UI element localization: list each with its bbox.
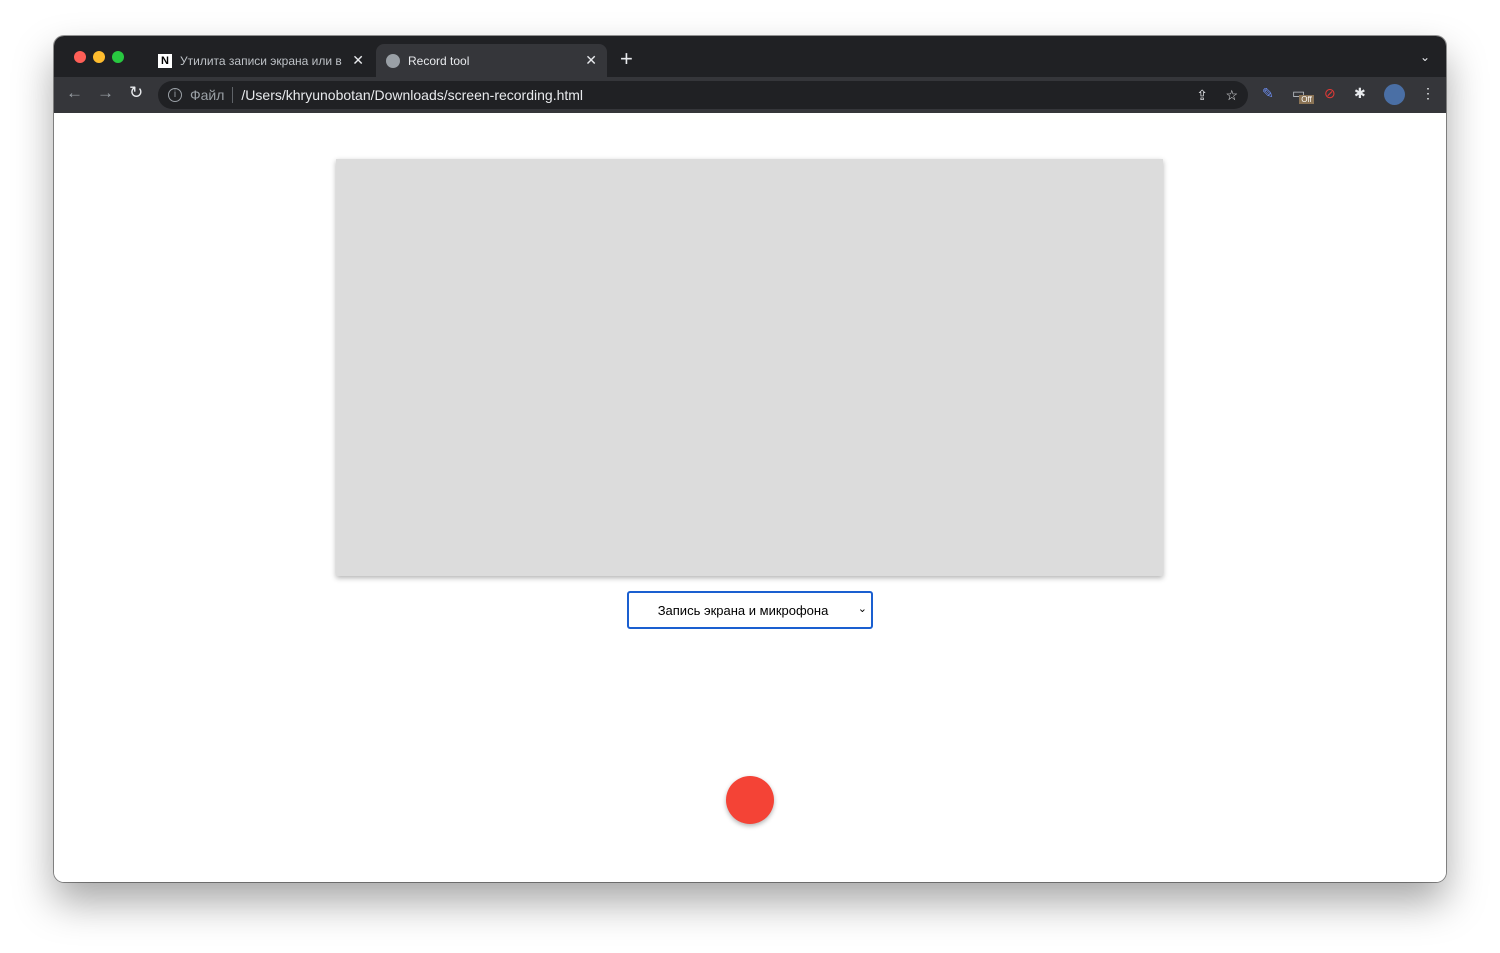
url-text: /Users/khryunobotan/Downloads/screen-rec… — [241, 87, 584, 103]
divider — [232, 87, 234, 103]
browser-window: N Утилита записи экрана или в ✕ Record t… — [54, 36, 1446, 882]
new-tab-button[interactable]: + — [620, 46, 633, 72]
record-button[interactable] — [726, 776, 774, 824]
forward-button[interactable]: → — [97, 83, 114, 103]
menu-kebab-icon[interactable]: ⋮ — [1421, 85, 1435, 102]
tab-bar: N Утилита записи экрана или в ✕ Record t… — [54, 36, 1446, 77]
tab-title: Утилита записи экрана или в — [180, 53, 342, 68]
blocked-extension-icon[interactable]: ⊘ — [1324, 85, 1336, 102]
chevron-down-icon: ⌄ — [857, 603, 867, 615]
extensions-puzzle-icon[interactable]: ✱ — [1354, 85, 1366, 102]
selected-option: Запись экрана и микрофона — [657, 602, 829, 618]
profile-avatar[interactable] — [1384, 84, 1405, 105]
video-preview — [336, 159, 1163, 576]
globe-icon — [386, 53, 400, 68]
close-tab-icon[interactable]: ✕ — [352, 52, 364, 69]
recording-mode-select[interactable]: Запись экрана и микрофона ⌄ — [627, 591, 873, 629]
tab-title: Record tool — [408, 53, 470, 68]
scheme-label: Файл — [190, 87, 225, 103]
share-icon[interactable]: ⇪ — [1196, 87, 1208, 104]
notion-icon: N — [158, 53, 172, 68]
close-window-button[interactable] — [74, 51, 86, 63]
maximize-window-button[interactable] — [112, 51, 124, 63]
extension-off-icon[interactable]: ▭Off — [1292, 85, 1320, 104]
pen-extension-icon[interactable]: ✎ — [1262, 85, 1274, 102]
tab-search-chevron-icon[interactable]: ⌄ — [1420, 50, 1430, 64]
bookmark-star-icon[interactable]: ☆ — [1225, 87, 1238, 104]
reload-button[interactable]: ↻ — [129, 83, 143, 103]
address-bar[interactable]: i Файл /Users/khryunobotan/Downloads/scr… — [158, 81, 1248, 109]
tab-record-tool[interactable]: Record tool ✕ — [376, 44, 607, 77]
extension-badge: Off — [1299, 95, 1314, 104]
page-content: Запись экрана и микрофона ⌄ — [54, 113, 1446, 882]
back-button[interactable]: ← — [66, 83, 83, 103]
tab-notion[interactable]: N Утилита записи экрана или в ✕ — [148, 44, 374, 77]
info-icon[interactable]: i — [168, 88, 182, 102]
toolbar: ← → ↻ i Файл /Users/khryunobotan/Downloa… — [54, 77, 1446, 113]
minimize-window-button[interactable] — [93, 51, 105, 63]
close-tab-icon[interactable]: ✕ — [585, 52, 597, 69]
